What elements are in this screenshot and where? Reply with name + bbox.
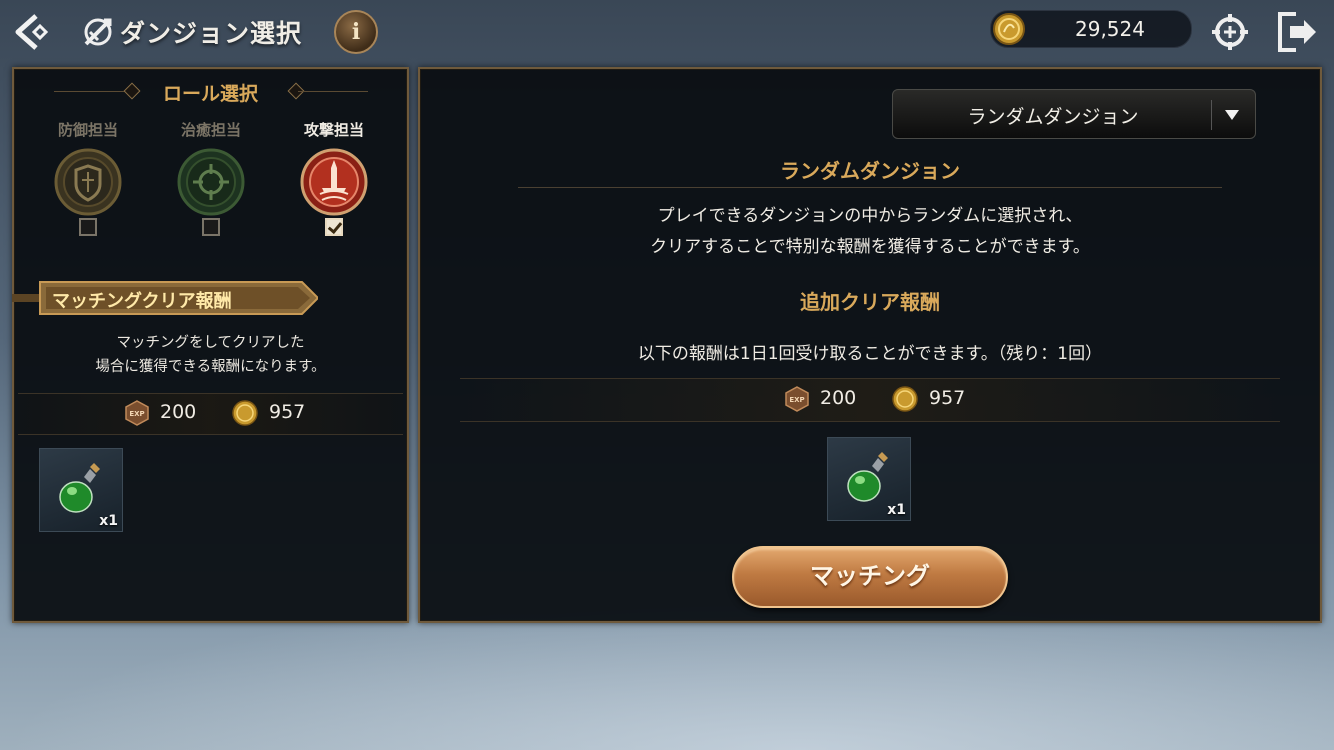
dungeon-swords-icon (80, 14, 116, 50)
role-defense[interactable]: 防御担当 (43, 119, 133, 236)
chevron-down-icon (1225, 110, 1239, 120)
page-title: ダンジョン選択 (120, 19, 303, 48)
role-attack[interactable]: 攻撃担当 (289, 119, 379, 236)
daily-limit-note: 以下の報酬は1日1回受け取ることができます。（残り：1回） (637, 344, 1103, 364)
shield-icon (54, 148, 122, 216)
right-panel: ランダムダンジョン ランダムダンジョン プレイできるダンジョンの中からランダムに… (418, 67, 1322, 623)
gold-coin-icon (892, 386, 918, 412)
svg-text:EXP: EXP (129, 410, 144, 418)
gold-reward-amount: 957 (269, 401, 306, 423)
divider (298, 91, 368, 92)
exp-amount: 200 (820, 387, 857, 409)
dungeon-desc: プレイできるダンジョンの中からランダムに選択され、 クリアすることで特別な報酬を… (420, 201, 1320, 263)
item-quantity: x1 (887, 502, 906, 518)
role-attack-checkbox[interactable] (325, 218, 343, 236)
exp-badge-icon: EXP (125, 400, 149, 426)
left-panel: ロール選択 防御担当 治癒担当 攻撃担当 マッチングクリア報酬 マッチングをして… (12, 67, 409, 623)
heal-icon (177, 148, 245, 216)
role-healer-checkbox[interactable] (202, 218, 220, 236)
desc-line: マッチングをしてクリアした (116, 335, 305, 351)
role-label: 防御担当 (57, 121, 118, 139)
back-button[interactable] (10, 10, 54, 54)
reward-strip (460, 378, 1280, 422)
top-bar: ダンジョン選択 i 29,524 (0, 0, 1334, 64)
exit-icon (1278, 12, 1316, 52)
gold-reward-amount: 957 (929, 387, 966, 409)
desc-line: 場合に獲得できる報酬になります。 (95, 359, 326, 375)
reward-item-slot[interactable]: x1 (827, 437, 911, 521)
role-label: 攻撃担当 (303, 121, 364, 139)
bonus-reward-heading: 追加クリア報酬 (800, 290, 940, 314)
sword-icon (300, 148, 368, 216)
role-label: 治癒担当 (180, 121, 241, 139)
dropdown-separator (1211, 100, 1212, 130)
dungeon-heading: ランダムダンジョン (780, 159, 960, 183)
crosshair-add-button[interactable] (1208, 10, 1254, 54)
info-button[interactable]: i (334, 10, 378, 54)
exit-button[interactable] (1274, 10, 1322, 54)
gold-amount: 29,524 (1075, 17, 1145, 41)
dungeon-dropdown[interactable]: ランダムダンジョン (892, 89, 1256, 139)
role-defense-checkbox[interactable] (79, 218, 97, 236)
exp-badge-icon: EXP (785, 386, 809, 412)
item-quantity: x1 (99, 513, 118, 529)
matching-reward-desc: マッチングをしてクリアした 場合に獲得できる報酬になります。 (14, 331, 407, 379)
dropdown-value: ランダムダンジョン (967, 106, 1139, 128)
matching-button[interactable]: マッチング (732, 546, 1008, 608)
gold-coin-icon (232, 400, 258, 426)
matching-reward-banner: マッチングクリア報酬 (52, 291, 232, 312)
reward-item-slot[interactable]: x1 (39, 448, 123, 532)
reward-strip (18, 393, 403, 435)
role-select-heading: ロール選択 (162, 83, 258, 105)
exp-amount: 200 (160, 401, 197, 423)
back-arrow-icon (15, 14, 49, 50)
gold-coin-icon (992, 12, 1026, 46)
crosshair-add-icon (1212, 14, 1248, 50)
role-healer[interactable]: 治癒担当 (166, 119, 256, 236)
divider (518, 187, 1222, 188)
desc-line: プレイできるダンジョンの中からランダムに選択され、 (657, 206, 1083, 226)
desc-line: クリアすることで特別な報酬を獲得することができます。 (650, 237, 1090, 257)
svg-text:EXP: EXP (789, 396, 804, 404)
